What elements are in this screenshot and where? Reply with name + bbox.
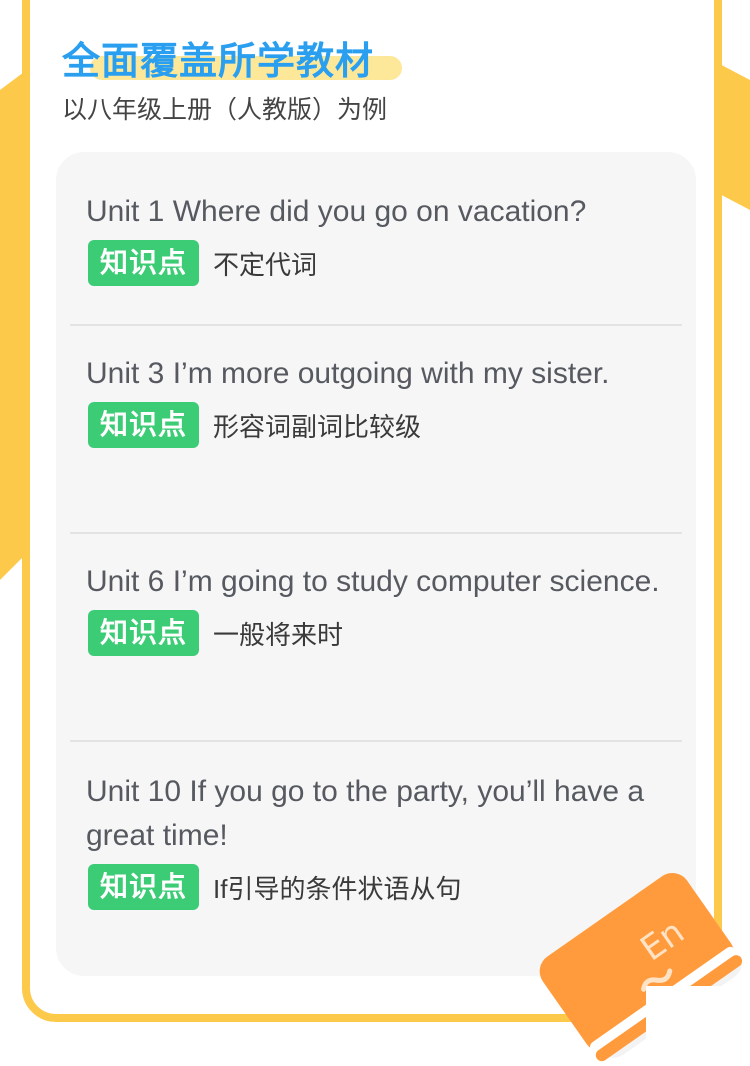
knowledge-point-badge: 知识点 xyxy=(88,610,200,656)
knowledge-point-row: 知识点 一般将来时 xyxy=(70,610,682,656)
knowledge-point-badge: 知识点 xyxy=(88,864,200,910)
knowledge-point-text: 形容词副词比较级 xyxy=(213,411,422,442)
knowledge-point-row: 知识点 不定代词 xyxy=(70,240,682,286)
unit-title: Unit 6 I’m going to study computer scien… xyxy=(86,565,660,598)
knowledge-point-row: 知识点 形容词副词比较级 xyxy=(70,402,682,448)
divider xyxy=(70,740,682,742)
unit-title: Unit 10 If you go to the party, you’ll h… xyxy=(86,775,645,852)
units-panel: Unit 1 Where did you go on vacation? 知识点… xyxy=(56,152,696,976)
unit-title: Unit 1 Where did you go on vacation? xyxy=(86,195,587,228)
unit-item: Unit 3 I’m more outgoing with my sister.… xyxy=(70,352,682,448)
unit-item: Unit 1 Where did you go on vacation? 知识点… xyxy=(70,190,682,286)
unit-item: Unit 6 I’m going to study computer scien… xyxy=(70,560,682,656)
knowledge-point-badge: 知识点 xyxy=(88,240,200,286)
page-title: 全面覆盖所学教材 xyxy=(62,41,375,83)
corner-mask xyxy=(646,986,750,1066)
knowledge-point-text: If引导的条件状语从句 xyxy=(213,873,462,904)
knowledge-point-text: 一般将来时 xyxy=(213,619,344,650)
divider xyxy=(70,324,682,326)
knowledge-point-text: 不定代词 xyxy=(213,249,318,280)
unit-title: Unit 3 I’m more outgoing with my sister. xyxy=(86,357,610,390)
page-subtitle: 以八年级上册（人教版）为例 xyxy=(62,96,388,124)
knowledge-point-badge: 知识点 xyxy=(88,402,200,448)
divider xyxy=(70,532,682,534)
